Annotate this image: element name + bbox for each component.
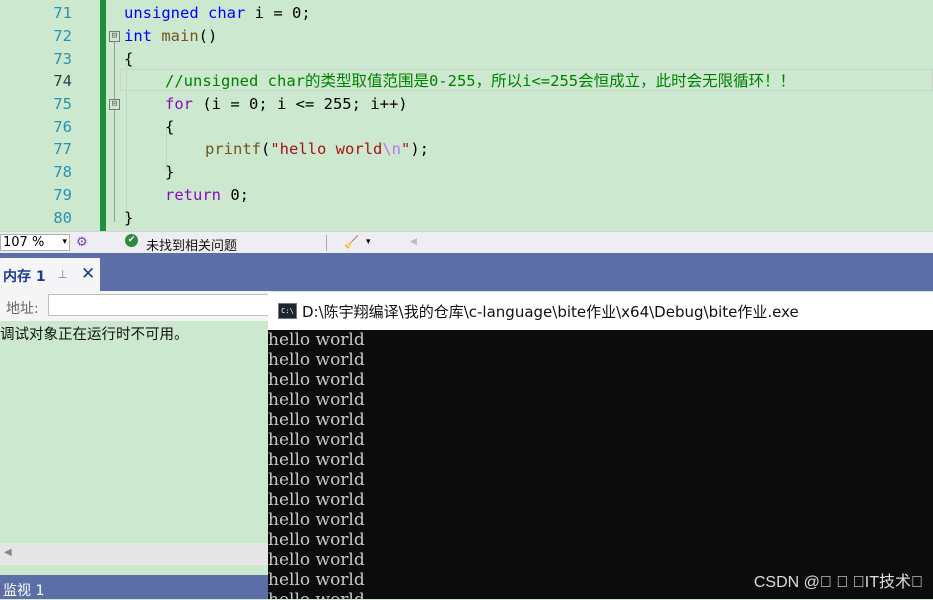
escape-sequence: \n	[382, 140, 401, 158]
output-line: hello world	[268, 510, 365, 530]
output-line: hello world	[268, 590, 365, 599]
string-literal: "	[401, 140, 411, 158]
line-number-gutter: 71 72 73 74 75 76 77 78 79 80	[0, 0, 72, 231]
editor-status-bar: 107 % ▾ ⚙ ✔ 未找到相关问题 🧹 ▾ ◀	[0, 231, 933, 254]
function-name: printf	[205, 140, 261, 158]
check-icon: ✔	[125, 234, 138, 247]
horizontal-scrollbar[interactable]: ◀	[0, 543, 270, 565]
keyword: char	[208, 4, 246, 22]
line-number: 73	[53, 50, 72, 68]
divider	[326, 235, 327, 251]
address-bar: 地址:	[0, 291, 270, 321]
address-label: 地址:	[6, 301, 39, 317]
unavailable-message: 调试对象正在运行时不可用。	[0, 327, 189, 343]
output-line: hello world	[268, 570, 365, 590]
line-number: 71	[53, 4, 72, 22]
output-line: hello world	[268, 410, 365, 430]
code-line-71: unsigned char i = 0;	[124, 2, 311, 25]
keyword: for	[165, 95, 193, 113]
code-fragment: (	[261, 140, 271, 158]
console-titlebar[interactable]: C:\ D:\陈宇翔编译\我的仓库\c-language\bite作业\x64\…	[268, 292, 933, 330]
chevron-down-icon[interactable]: ▾	[366, 237, 371, 247]
keyword: int	[124, 27, 152, 45]
code-line-79: return 0;	[165, 184, 249, 207]
output-line: hello world	[268, 330, 365, 350]
output-line: hello world	[268, 450, 365, 470]
change-tracking-bar	[100, 0, 106, 231]
code-line-74: //unsigned char的类型取值范围是0-255，所以i<=255会恒成…	[165, 70, 795, 93]
line-number: 80	[53, 209, 72, 227]
collapse-main-icon[interactable]: ⊟	[109, 31, 120, 42]
code-line-76: {	[165, 118, 175, 136]
copilot-icon[interactable]: ⚙	[76, 235, 88, 250]
tab-label: 监视 1	[3, 583, 45, 599]
address-input[interactable]	[48, 294, 270, 316]
output-line: hello world	[268, 430, 365, 450]
code-fragment: );	[410, 140, 430, 158]
output-line: hello world	[268, 490, 365, 510]
line-number: 75	[53, 95, 72, 113]
brush-icon[interactable]: 🧹	[344, 235, 359, 249]
line-number-current: 74	[53, 72, 72, 90]
output-line: hello world	[268, 550, 365, 570]
keyword: return	[165, 186, 221, 204]
chevron-down-icon: ▾	[62, 237, 67, 247]
issues-status[interactable]: 未找到相关问题	[146, 235, 237, 254]
comment: //unsigned char的类型取值范围是0-255，所以i<=255会恒成…	[165, 72, 796, 90]
function-name: main	[161, 27, 199, 45]
output-line: hello world	[268, 370, 365, 390]
tab-watch-1[interactable]: 监视 1	[0, 575, 270, 599]
line-number: 72	[53, 27, 72, 45]
tab-label: 内存 1	[3, 269, 46, 285]
console-output[interactable]: hello world hello world hello world hell…	[268, 330, 933, 599]
zoom-select[interactable]: 107 % ▾	[0, 234, 70, 251]
code-editor[interactable]: 71 72 73 74 75 76 77 78 79 80 ⊟ ⊟ unsign…	[0, 0, 933, 231]
console-window[interactable]: C:\ D:\陈宇翔编译\我的仓库\c-language\bite作业\x64\…	[268, 292, 933, 599]
close-icon[interactable]: ✕	[81, 264, 95, 284]
memory-content: 调试对象正在运行时不可用。	[0, 321, 270, 543]
fold-guide-line	[114, 42, 115, 222]
scroll-left-icon[interactable]: ◀	[410, 237, 417, 247]
scroll-left-icon[interactable]: ◀	[4, 547, 12, 558]
code-line-77: printf("hello world\n");	[205, 138, 429, 161]
keyword: unsigned	[124, 4, 199, 22]
code-fragment: 0;	[221, 186, 249, 204]
panel-spacer	[0, 565, 270, 575]
pin-icon[interactable]: ⊥	[58, 268, 68, 281]
tab-memory-1[interactable]: 内存 1 ⊥ ✕	[0, 258, 100, 291]
code-fragment: (i = 0; i <= 255; i++)	[193, 95, 408, 113]
code-line-72: int main()	[124, 25, 217, 48]
code-line-75: for (i = 0; i <= 255; i++)	[165, 93, 408, 116]
code-fragment: i = 0;	[245, 4, 311, 22]
line-number: 79	[53, 186, 72, 204]
code-line-73: {	[124, 50, 134, 68]
code-fragment: ()	[198, 27, 218, 45]
code-line-80: }	[124, 209, 134, 227]
output-line: hello world	[268, 470, 365, 490]
output-line: hello world	[268, 350, 365, 370]
string-literal: "hello world	[270, 140, 383, 158]
output-line: hello world	[268, 530, 365, 550]
code-line-78: }	[165, 163, 175, 181]
output-line: hello world	[268, 390, 365, 410]
collapse-for-icon[interactable]: ⊟	[109, 99, 120, 110]
line-number: 76	[53, 118, 72, 136]
console-app-icon: C:\	[278, 303, 297, 319]
line-number: 77	[53, 140, 72, 158]
line-number: 78	[53, 163, 72, 181]
console-title: D:\陈宇翔编译\我的仓库\c-language\bite作业\x64\Debu…	[302, 303, 799, 321]
zoom-value: 107 %	[3, 235, 45, 250]
tool-window-header	[0, 253, 933, 291]
watermark: CSDN @     IT技术 	[753, 574, 923, 591]
